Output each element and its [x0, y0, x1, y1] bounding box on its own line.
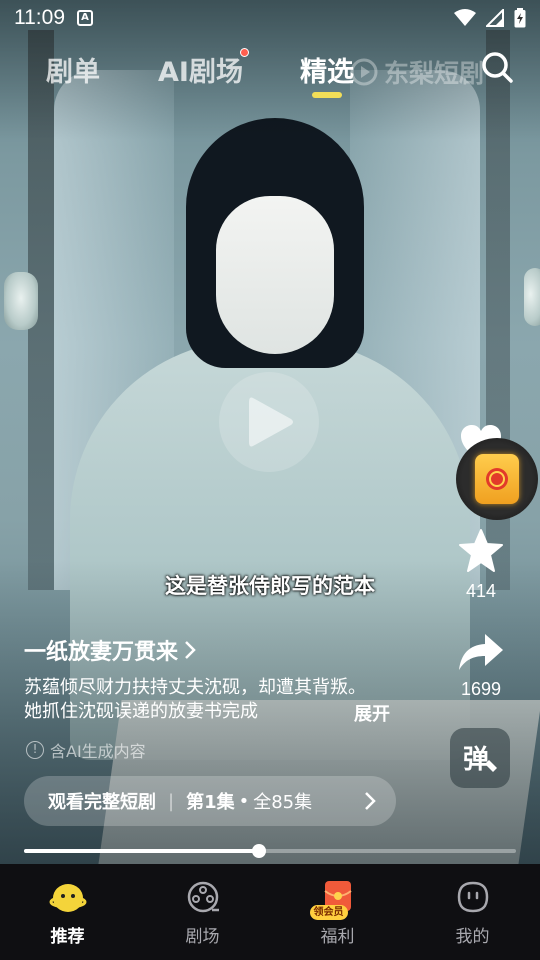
watch-bar-separator: | [168, 790, 175, 812]
danmaku-glyph: 弹 [463, 745, 489, 775]
search-button[interactable] [478, 48, 518, 88]
info-icon: ! [26, 741, 44, 759]
nav-recommend-label: 推荐 [50, 927, 85, 947]
brand-watermark: 东梨短剧 [350, 54, 484, 90]
status-icons [454, 8, 526, 28]
total-episodes: 全85集 [253, 792, 313, 813]
drama-description: 苏蕴倾尽财力扶持丈夫沈砚，却遭其背叛。她抓住沈砚误递的放妻书完成 [24, 677, 366, 722]
search-icon [482, 52, 513, 83]
tab-featured[interactable]: 精选 [300, 50, 354, 89]
play-button[interactable] [219, 372, 319, 472]
recommend-icon [49, 878, 87, 916]
share-count: 1699 [460, 679, 502, 699]
gift-envelope-icon: 领会员 [309, 878, 357, 920]
danmaku-icon: 弹 [463, 745, 497, 775]
profile-icon [454, 878, 492, 916]
collect-count: 414 [465, 581, 497, 601]
tab-active-indicator [312, 92, 342, 98]
share-icon [459, 634, 503, 670]
coin-icon [486, 468, 508, 490]
star-icon [459, 529, 503, 572]
nav-mine-label: 我的 [455, 927, 490, 947]
watermark-logo-icon [350, 58, 378, 86]
nav-theater[interactable]: 剧场 [135, 864, 270, 960]
vip-badge: 领会员 [309, 905, 348, 920]
tab-playlist[interactable]: 剧单 [46, 50, 100, 89]
watch-full-label: 观看完整短剧 [48, 792, 156, 813]
danmaku-button[interactable]: 弹 [450, 728, 510, 788]
nav-welfare[interactable]: 领会员 福利 [270, 864, 405, 960]
tab-ai-theater[interactable]: AI剧场 [158, 50, 243, 89]
signal-icon [486, 9, 504, 27]
chevron-right-icon [185, 641, 196, 659]
episode-dot: • [238, 790, 250, 812]
wifi-icon [454, 9, 476, 26]
play-icon [249, 397, 293, 447]
nav-welfare-label: 福利 [320, 927, 355, 947]
collect-button[interactable]: 414 [446, 528, 516, 602]
redpacket-icon [475, 454, 519, 504]
watermark-text: 东梨短剧 [384, 59, 485, 88]
drama-title: 一纸放妻万贯来 [24, 640, 179, 665]
reward-redpacket-button[interactable] [456, 438, 538, 520]
ai-note-text: 含AI生成内容 [50, 742, 146, 761]
actress-face [216, 196, 334, 354]
bottom-nav: 推荐 剧场 领会员 福利 我的 [0, 864, 540, 960]
nav-theater-label: 剧场 [185, 927, 220, 947]
status-time: 11:09 [14, 6, 65, 29]
watch-full-drama-button[interactable]: 观看完整短剧 | 第1集 • 全85集 [24, 776, 396, 826]
ai-content-note: ! 含AI生成内容 [26, 738, 146, 762]
nav-mine[interactable]: 我的 [405, 864, 540, 960]
lantern-left [4, 272, 38, 330]
share-button[interactable]: 1699 [446, 632, 516, 700]
current-episode: 第1集 [186, 792, 235, 813]
lantern-right [524, 268, 540, 326]
notification-a-icon: A [77, 10, 93, 26]
video-progress-bar[interactable] [24, 844, 516, 858]
tab-notification-dot [240, 48, 249, 57]
expand-button[interactable]: 展开 [354, 700, 390, 726]
battery-icon [514, 8, 526, 28]
status-bar: 11:09 A [0, 0, 540, 36]
chevron-right-icon [365, 792, 376, 810]
drama-title-link[interactable]: 一纸放妻万贯来 [24, 634, 196, 666]
progress-fill [24, 849, 260, 853]
nav-recommend[interactable]: 推荐 [0, 864, 135, 960]
film-reel-icon [184, 878, 222, 916]
